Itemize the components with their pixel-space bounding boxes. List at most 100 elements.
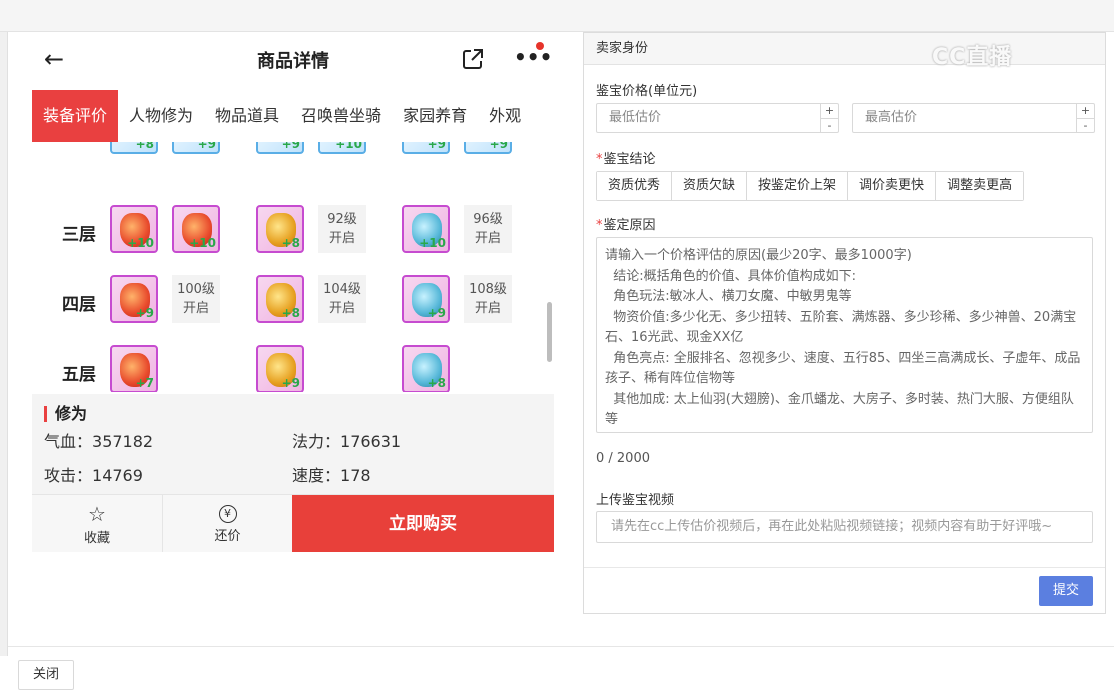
tab-equipment-review[interactable]: 装备评价 — [32, 90, 119, 142]
video-link-input[interactable]: 请先在cc上传估价视频后，再在此处粘贴视频链接；视频内容有助于好评哦~ — [596, 511, 1093, 543]
tab-homestead[interactable]: 家园养育 — [392, 90, 478, 142]
tab-summons-mounts[interactable]: 召唤兽坐骑 — [290, 90, 392, 142]
equipment-grid: +8 +9 +9 +10 +9 +9 三层 +10 +10 +8 92级开启 +… — [32, 142, 554, 392]
gem-level: +7 — [135, 376, 154, 390]
row-label: 五层 — [62, 365, 96, 385]
section-title: 修为 — [44, 406, 87, 422]
required-mark: * — [596, 152, 603, 167]
gem-level: +10 — [189, 236, 216, 250]
option-lacking[interactable]: 资质欠缺 — [672, 172, 748, 200]
reason-label-text: 鉴定原因 — [603, 218, 656, 233]
gem-slot[interactable]: +7 — [110, 345, 158, 392]
max-price-stepper[interactable]: + - — [1076, 104, 1094, 132]
stat-value: 178 — [340, 466, 371, 485]
row-label: 四层 — [62, 295, 96, 315]
gem-slot[interactable]: +8 — [256, 275, 304, 323]
option-sell-faster[interactable]: 调价卖更快 — [848, 172, 937, 200]
notification-dot — [536, 42, 544, 50]
gem-level: +8 — [427, 376, 446, 390]
locked-slot: 92级开启 — [318, 205, 366, 253]
reason-textarea[interactable]: 请输入一个价格评估的原因(最少20字、最多1000字) 结论:概括角色的价值、具… — [596, 237, 1093, 433]
gem-level: +9 — [427, 306, 446, 320]
page: ← 商品详情 ••• 装备评价 人物修为 物品道具 召唤兽坐骑 家园养育 外观 … — [0, 0, 1114, 696]
gem-slot[interactable]: +8 — [402, 345, 450, 392]
locked-slot: 96级开启 — [464, 205, 512, 253]
phone-preview: ← 商品详情 ••• 装备评价 人物修为 物品道具 召唤兽坐骑 家园养育 外观 … — [32, 32, 554, 552]
locked-level: 96级 — [473, 212, 503, 227]
locked-status: 开启 — [474, 301, 501, 316]
stat-mp: 法力：176631 — [292, 428, 401, 452]
price-label: 鉴宝价格(单位元) — [596, 84, 698, 99]
gem-level: +9 — [135, 306, 154, 320]
gem-slot[interactable]: +9 — [402, 275, 450, 323]
gem-slot[interactable]: +9 — [464, 142, 512, 154]
star-icon: ☆ — [88, 502, 106, 526]
gem-slot[interactable]: +9 — [402, 142, 450, 154]
gem-level: +10 — [335, 142, 362, 151]
gem-level: +8 — [135, 142, 154, 151]
gem-level: +9 — [281, 142, 300, 151]
top-bar — [0, 0, 1114, 32]
favorite-label: 收藏 — [83, 531, 110, 546]
locked-level: 100级 — [177, 282, 215, 297]
gem-slot[interactable]: +9 — [256, 345, 304, 392]
yen-icon: ¥ — [218, 505, 237, 523]
conclusion-label: *鉴宝结论 — [596, 148, 656, 167]
stat-label: 法力： — [292, 432, 341, 451]
locked-slot: 108级开启 — [464, 275, 512, 323]
gem-level: +9 — [427, 142, 446, 151]
stat-label: 速度： — [292, 466, 341, 485]
gem-level: +8 — [281, 236, 300, 250]
gem-slot[interactable]: +8 — [110, 142, 158, 154]
decrement-icon[interactable]: - — [1077, 118, 1094, 132]
gem-slot[interactable]: +9 — [172, 142, 220, 154]
increment-icon[interactable]: + — [1077, 104, 1094, 118]
phone-header: ← 商品详情 ••• — [32, 32, 554, 86]
gem-slot[interactable]: +8 — [256, 205, 304, 253]
share-icon[interactable] — [460, 46, 486, 72]
locked-level: 104级 — [323, 282, 361, 297]
min-price-stepper[interactable]: + - — [820, 104, 838, 132]
gem-slot[interactable]: +9 — [256, 142, 304, 154]
max-price-input[interactable]: 最高估价 + - — [852, 103, 1095, 133]
char-counter: 0 / 2000 — [596, 451, 650, 466]
favorite-button[interactable]: ☆ 收藏 — [32, 495, 162, 552]
stat-attack: 攻击：14769 — [44, 462, 143, 486]
gem-level: +8 — [281, 306, 300, 320]
increment-icon[interactable]: + — [821, 104, 838, 118]
row-label: 三层 — [62, 225, 96, 245]
tab-bar: 装备评价 人物修为 物品道具 召唤兽坐骑 家园养育 外观 — [32, 90, 554, 142]
option-list-at-appraisal[interactable]: 按鉴定价上架 — [747, 172, 849, 200]
gem-slot[interactable]: +10 — [172, 205, 220, 253]
submit-button[interactable]: 提交 — [1039, 576, 1093, 606]
appraisal-panel: 卖家身份 CC直播 鉴宝价格(单位元) 最低估价 + - 最高估价 + - *鉴宝结… — [583, 32, 1106, 614]
conclusion-label-text: 鉴宝结论 — [603, 152, 656, 167]
locked-level: 108级 — [469, 282, 507, 297]
bargain-button[interactable]: ¥ 还价 — [162, 495, 292, 552]
locked-slot: 100级 开启 — [172, 275, 220, 323]
tab-items[interactable]: 物品道具 — [204, 90, 290, 142]
min-price-input[interactable]: 最低估价 + - — [596, 103, 839, 133]
locked-slot: 104级 开启 — [318, 275, 366, 323]
buy-now-button[interactable]: 立即购买 — [292, 495, 554, 552]
option-excellent[interactable]: 资质优秀 — [597, 172, 673, 200]
locked-status: 开启 — [474, 231, 501, 246]
gem-slot[interactable]: +10 — [402, 205, 450, 253]
stat-label: 攻击： — [44, 466, 93, 485]
gem-level: +9 — [197, 142, 216, 151]
locked-status: 开启 — [328, 231, 355, 246]
gem-level: +9 — [281, 376, 300, 390]
gem-slot[interactable]: +10 — [318, 142, 366, 154]
reason-label: *鉴定原因 — [596, 214, 656, 233]
option-sell-higher[interactable]: 调整卖更高 — [936, 172, 1024, 200]
decrement-icon[interactable]: - — [821, 118, 838, 132]
locked-level: 92级 — [327, 212, 357, 227]
gem-slot[interactable]: +10 — [110, 205, 158, 253]
tab-appearance[interactable]: 外观 — [478, 90, 532, 142]
scrollbar[interactable] — [547, 302, 552, 362]
close-button[interactable]: 关闭 — [18, 660, 74, 690]
tab-character-cultivation[interactable]: 人物修为 — [118, 90, 204, 142]
gem-slot[interactable]: +9 — [110, 275, 158, 323]
stat-value: 14769 — [92, 466, 143, 485]
footer-divider — [8, 646, 1114, 647]
